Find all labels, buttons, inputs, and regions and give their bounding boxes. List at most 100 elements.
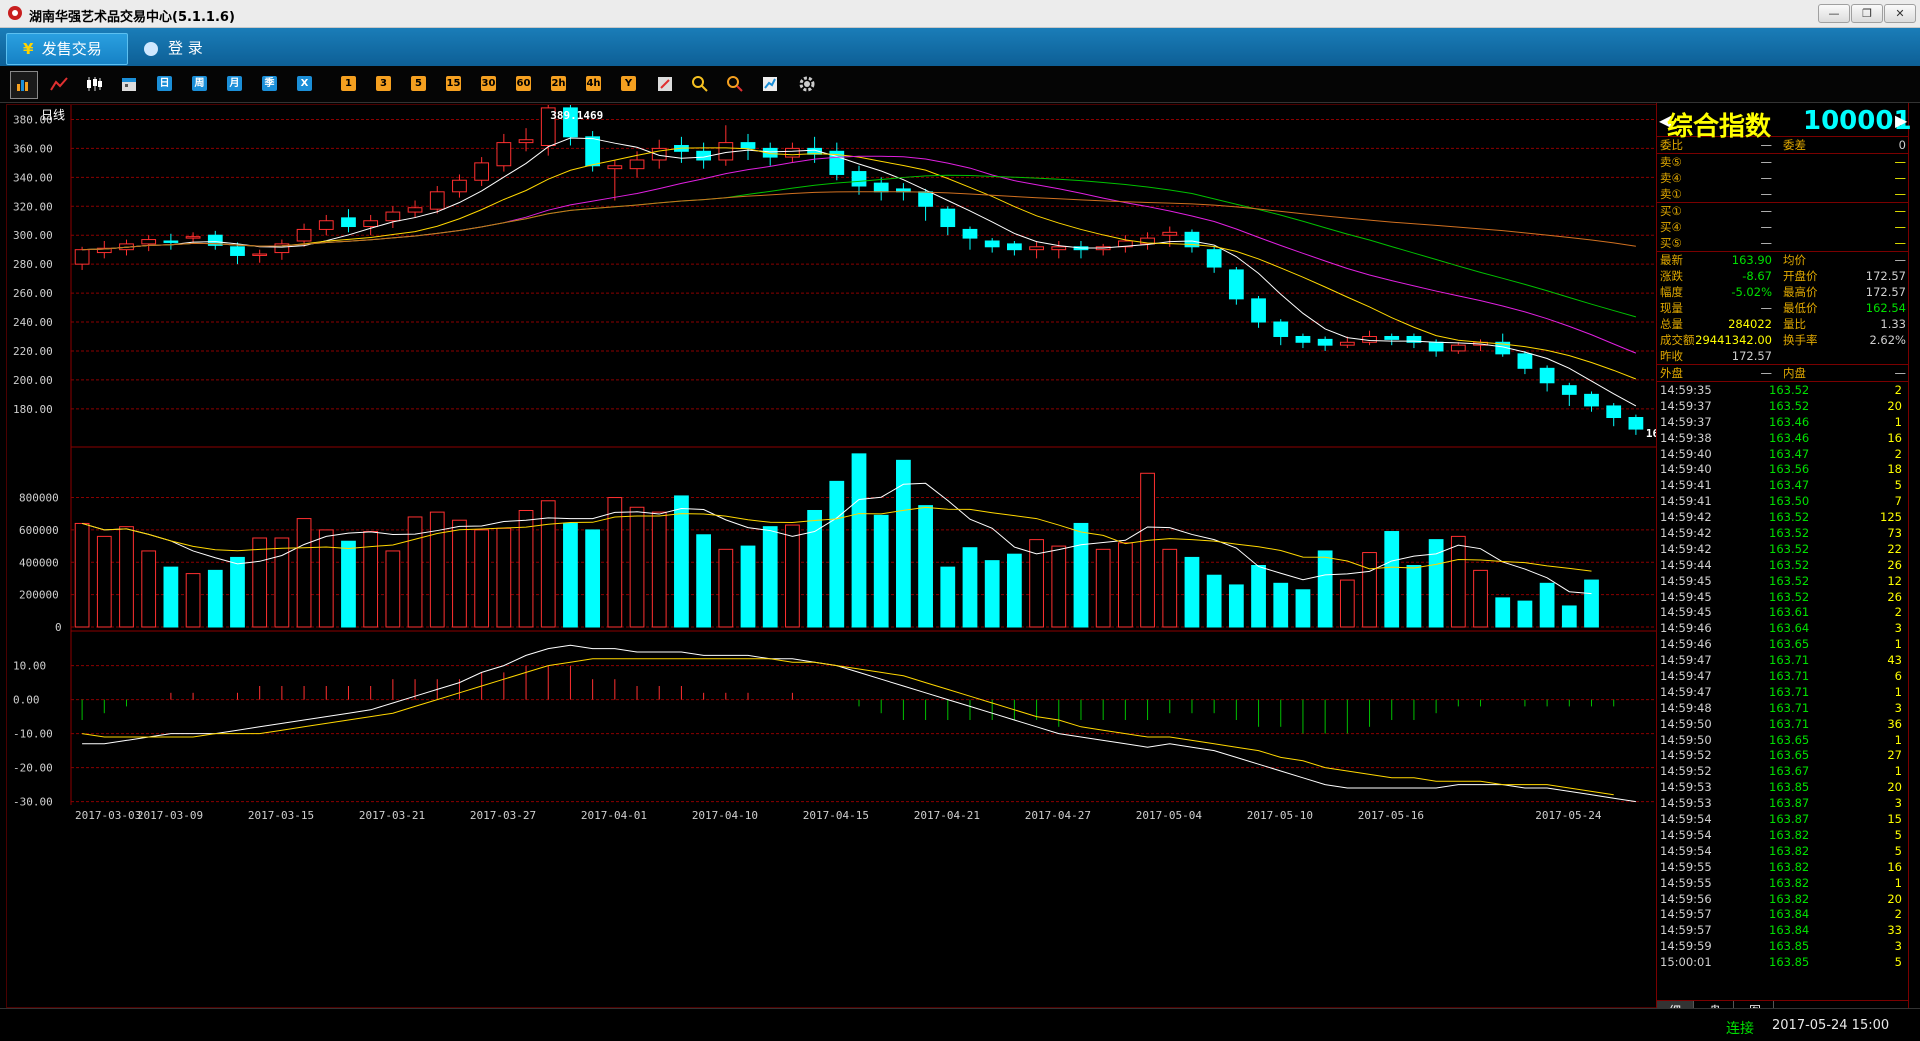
candle-body (230, 246, 245, 256)
candle-body (585, 136, 601, 167)
candle-body (1029, 246, 1044, 251)
period-quarter-button[interactable]: 季 (262, 76, 277, 91)
tick-price: 163.85 (1769, 955, 1810, 970)
macd-tick-label: 10.00 (13, 660, 46, 673)
user-icon (144, 41, 158, 56)
volume-bar (1362, 552, 1377, 628)
period-month-button[interactable]: 月 (227, 76, 242, 91)
maximize-button[interactable]: ❐ (1851, 4, 1883, 23)
minute-30-button[interactable]: 30 (481, 76, 496, 91)
volume-bar (807, 509, 822, 628)
tick-volume: 27 (1887, 748, 1902, 763)
zoom-out-icon[interactable] (727, 76, 743, 92)
minute-3-button[interactable]: 3 (376, 76, 391, 91)
tick-price: 163.47 (1769, 446, 1810, 461)
next-arrow-icon[interactable]: ▶ (1895, 111, 1907, 130)
hour-2-button[interactable]: 2h (551, 76, 566, 91)
tick-row: 14:59:40 163.47 2 (1657, 446, 1908, 462)
tick-price: 163.82 (1769, 859, 1810, 874)
tick-list[interactable]: 14:59:35 163.52 2 14:59:37 163.52 20 14:59:37 1… (1657, 382, 1908, 970)
calendar-icon[interactable] (121, 76, 137, 92)
volume-bar (1273, 582, 1289, 628)
minimize-button[interactable]: — (1818, 4, 1850, 23)
candle-body (518, 139, 534, 144)
volume-bar (563, 522, 578, 628)
vol-ratio-label: 量比 (1783, 317, 1806, 331)
tick-row: 14:59:41 163.47 5 (1657, 477, 1908, 493)
edit-icon[interactable] (657, 76, 673, 92)
candle-body (74, 249, 90, 265)
settings-icon[interactable] (798, 75, 816, 93)
tick-time: 14:59:55 (1660, 875, 1712, 890)
period-custom-button[interactable]: X (297, 76, 312, 91)
candle-body (296, 228, 312, 242)
tick-price: 163.65 (1769, 732, 1810, 747)
draw-icon[interactable] (762, 76, 778, 92)
tick-row: 14:59:54 163.82 5 (1657, 827, 1908, 843)
tick-volume: 16 (1887, 859, 1902, 874)
turnover-label: 成交额 (1660, 333, 1695, 347)
minute-5-button[interactable]: 5 (411, 76, 426, 91)
tick-time: 14:59:53 (1660, 796, 1712, 811)
volume-bar (1206, 574, 1222, 628)
menu-login-button[interactable]: 登 录 (144, 33, 234, 63)
volume-bar (496, 527, 512, 628)
price-tick-label: 260.00 (13, 287, 53, 300)
year-button[interactable]: Y (621, 76, 636, 91)
tick-price: 163.71 (1769, 700, 1810, 715)
candle-body (1517, 353, 1533, 369)
buy-vol: — (1894, 220, 1907, 234)
tick-row: 14:59:57 163.84 33 (1657, 922, 1908, 938)
candle-body (141, 239, 157, 245)
line-chart-icon[interactable] (50, 76, 68, 92)
kline-chart[interactable]: 日线380.00360.00340.00320.00300.00280.0026… (7, 105, 1657, 1007)
period-week-button[interactable]: 周 (192, 76, 207, 91)
volume-bar (1539, 582, 1555, 628)
price-tick-label: 240.00 (13, 316, 53, 329)
turnover-value: 29441342.00 (1695, 333, 1772, 347)
menu-trade-button[interactable]: ¥ 发售交易 (6, 33, 128, 65)
range-value: -5.02% (1731, 285, 1772, 299)
turnover-rate-label: 换手率 (1783, 333, 1818, 347)
tick-volume: 20 (1887, 780, 1902, 795)
macd-dea-line (82, 658, 1614, 796)
volume-bar (918, 505, 933, 628)
tick-time: 14:59:40 (1660, 446, 1712, 461)
tick-volume: 1 (1894, 875, 1902, 890)
volume-bar (207, 569, 223, 628)
volume-tick-label: 0 (55, 621, 62, 634)
candle-body (1606, 405, 1622, 419)
minute-15-button[interactable]: 15 (446, 76, 461, 91)
sell-price: — (1760, 171, 1773, 185)
volume-bar (1473, 569, 1488, 628)
buy-row: 买⑤ — — (1657, 235, 1908, 251)
volume-bar (1095, 548, 1111, 628)
tick-time: 14:59:42 (1660, 510, 1712, 525)
tick-row: 14:59:42 163.52 73 (1657, 525, 1908, 541)
sell-row: 卖④ — — (1657, 170, 1908, 186)
volume-bar (585, 529, 601, 628)
close-button[interactable]: ✕ (1884, 4, 1916, 23)
volume-bar (674, 495, 689, 628)
total-vol-label: 总量 (1660, 317, 1683, 331)
total-vol-value: 284022 (1728, 317, 1772, 331)
tick-row: 14:59:53 163.87 3 (1657, 795, 1908, 811)
hour-4-button[interactable]: 4h (586, 76, 601, 91)
period-day-button[interactable]: 日 (157, 76, 172, 91)
tick-volume: 20 (1887, 891, 1902, 906)
tick-row: 15:00:01 163.85 5 (1657, 954, 1908, 970)
candle-body (252, 253, 268, 256)
volume-bar (296, 518, 312, 628)
buy-label: 买⑤ (1660, 236, 1682, 250)
tick-volume: 18 (1887, 462, 1902, 477)
minute-60-button[interactable]: 60 (516, 76, 531, 91)
volume-bar (1140, 472, 1155, 628)
weicha-label: 委差 (1783, 138, 1806, 152)
minute-1-button[interactable]: 1 (341, 76, 356, 91)
zoom-in-icon[interactable] (692, 76, 708, 92)
sell-label: 卖⑤ (1660, 155, 1682, 169)
candlestick-icon[interactable] (85, 76, 103, 92)
candle-body (1339, 341, 1355, 346)
chart-area[interactable]: 日线 380.00 360.00 340.00 320.00 300.00 280.00 26… (6, 104, 1658, 1008)
tick-time: 14:59:45 (1660, 589, 1712, 604)
